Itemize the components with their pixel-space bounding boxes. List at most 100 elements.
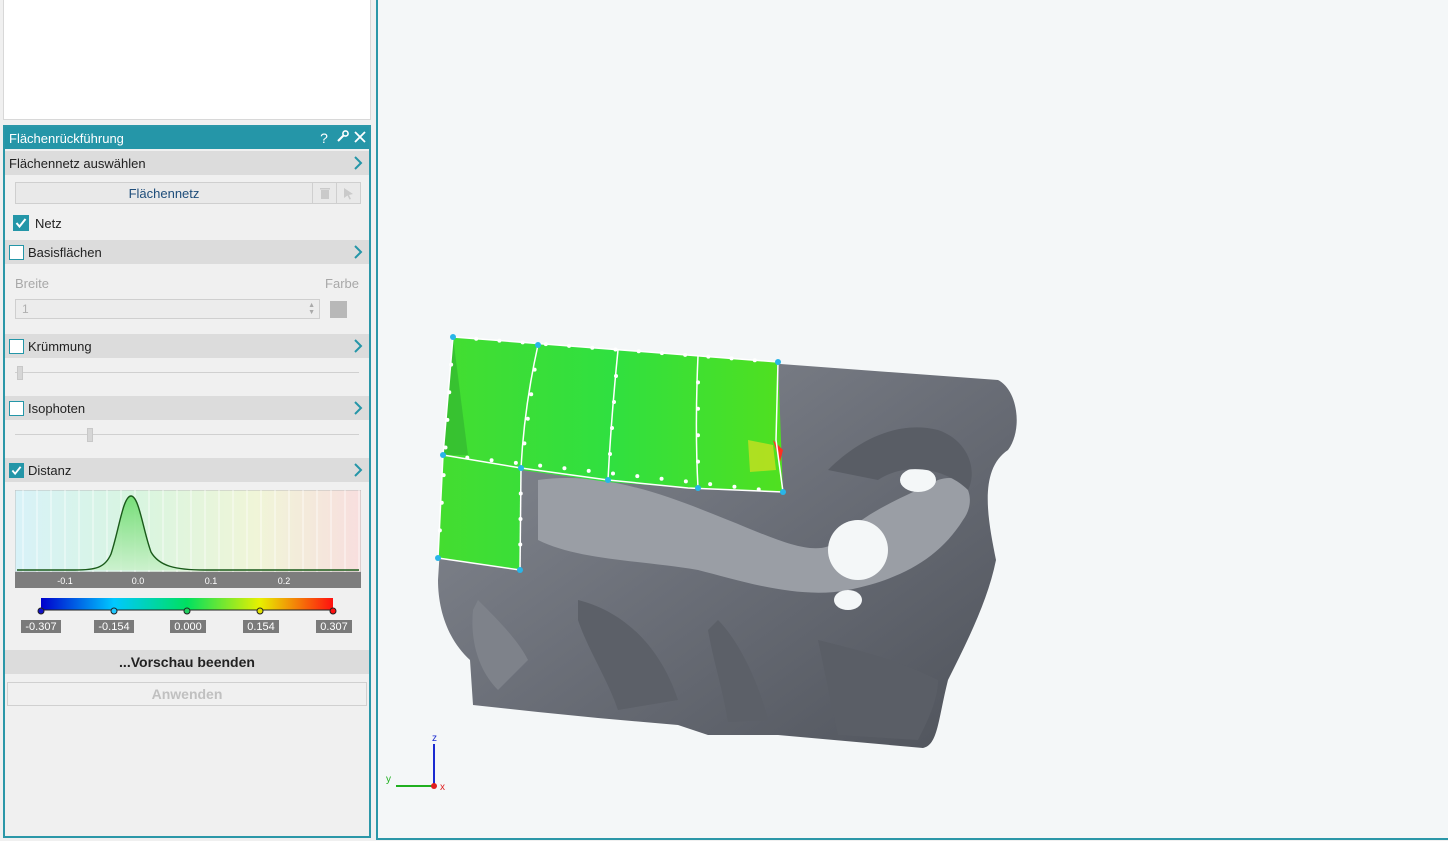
chevron-right-icon[interactable] [350, 462, 366, 478]
panel-title: Flächenrückführung [9, 130, 124, 146]
control-point [443, 445, 448, 450]
control-point [610, 426, 614, 430]
control-point [525, 416, 530, 421]
breite-value: 1 [22, 302, 29, 316]
control-point [756, 487, 761, 492]
control-point [683, 352, 688, 357]
basisflaechen-labels: Breite Farbe [5, 276, 369, 292]
slider-thumb[interactable] [87, 428, 93, 442]
end-preview-button[interactable]: ...Vorschau beenden [5, 650, 369, 674]
netz-checkbox[interactable] [13, 215, 29, 231]
isophoten-section[interactable]: Isophoten [5, 396, 369, 420]
color-swatch[interactable] [330, 300, 347, 318]
distanz-checkbox[interactable] [9, 462, 24, 478]
netz-row[interactable]: Netz [5, 212, 369, 234]
distance-color-legend[interactable]: -0.307 -0.154 0.000 0.154 0.307 [15, 596, 361, 644]
control-point [520, 340, 525, 345]
basisflaechen-checkbox[interactable] [9, 244, 24, 260]
control-point [449, 362, 454, 367]
cursor-pick-icon[interactable] [337, 182, 361, 204]
chevron-right-icon[interactable] [350, 338, 366, 354]
colormap-stop-handle [256, 607, 264, 615]
basisflaechen-section[interactable]: Basisflächen [5, 240, 369, 264]
breite-spinbox[interactable]: 1 ▲ ▼ [15, 299, 320, 319]
control-point [586, 468, 591, 473]
control-point [562, 466, 567, 471]
control-point [636, 349, 641, 354]
control-point [465, 455, 470, 460]
control-point [437, 528, 442, 533]
slider-thumb[interactable] [17, 366, 23, 380]
control-point [708, 482, 713, 487]
mesh-select-button[interactable]: Flächennetz [15, 182, 313, 204]
isophoten-label: Isophoten [28, 400, 86, 416]
kruemmung-label: Krümmung [28, 338, 92, 354]
control-point [614, 374, 618, 378]
control-point [729, 356, 734, 361]
trash-icon[interactable] [313, 182, 337, 204]
isophoten-slider[interactable] [15, 426, 359, 444]
mesh-selection-row: Flächennetz [15, 182, 361, 204]
spin-arrows-icon[interactable]: ▲ ▼ [308, 302, 315, 316]
close-icon[interactable] [351, 130, 369, 146]
histo-tick: 0.0 [132, 576, 145, 586]
control-point [522, 441, 527, 446]
control-point [613, 347, 618, 352]
axis-label-x: x [440, 782, 445, 793]
control-point [590, 345, 595, 350]
histo-tick: -0.1 [57, 576, 73, 586]
netz-label: Netz [35, 215, 62, 231]
colormap-label: 0.000 [174, 621, 202, 633]
control-point [518, 542, 523, 547]
chevron-right-icon[interactable] [350, 244, 366, 260]
distanz-section[interactable]: Distanz [5, 458, 369, 482]
colormap-label: -0.154 [98, 621, 129, 633]
control-point [732, 484, 737, 489]
colormap-stop-handle [183, 607, 191, 615]
histo-tick: 0.2 [278, 576, 291, 586]
apply-button[interactable]: Anwenden [7, 682, 367, 706]
control-point [659, 476, 664, 481]
select-mesh-label: Flächennetz auswählen [9, 155, 146, 171]
distanz-label: Distanz [28, 462, 72, 478]
control-point [706, 354, 711, 359]
colormap-label: 0.154 [247, 621, 275, 633]
control-point [696, 459, 700, 464]
control-point [611, 471, 615, 476]
colormap-label: 0.307 [320, 621, 348, 633]
chevron-right-icon[interactable] [350, 155, 366, 171]
kruemmung-section[interactable]: Krümmung [5, 334, 369, 358]
axis-label-z: z [432, 733, 437, 744]
kruemmung-slider[interactable] [15, 364, 359, 382]
control-point [489, 458, 494, 463]
control-point [538, 463, 543, 468]
control-point [474, 336, 479, 341]
control-point [439, 500, 444, 505]
colormap-label: -0.307 [25, 621, 56, 633]
basisflaechen-inputs: 1 ▲ ▼ [5, 298, 369, 320]
control-point [683, 479, 688, 484]
isophoten-checkbox[interactable] [9, 400, 24, 416]
axis-label-y: y [386, 774, 391, 785]
apply-label: Anwenden [151, 686, 223, 702]
control-point [497, 338, 502, 343]
histo-tick: 0.1 [205, 576, 218, 586]
select-mesh-section[interactable]: Flächennetz auswählen [5, 151, 369, 175]
control-point [696, 380, 700, 385]
colormap-stop-handle [110, 607, 118, 615]
kruemmung-checkbox[interactable] [9, 338, 24, 354]
control-point [518, 491, 523, 496]
chevron-right-icon[interactable] [350, 400, 366, 416]
wrench-icon[interactable] [333, 130, 351, 146]
control-point [445, 417, 450, 422]
colormap-stop-handle [37, 607, 45, 615]
control-point [441, 473, 446, 478]
control-point [543, 342, 548, 347]
surface-reconstruction-panel: Flächenrückführung ? Flächennetz auswähl… [3, 125, 371, 838]
question-icon[interactable]: ? [315, 130, 333, 146]
control-point [567, 343, 572, 348]
control-point [635, 474, 640, 479]
control-point [447, 390, 452, 395]
3d-viewport[interactable]: z y x [376, 0, 1448, 840]
basisflaechen-label: Basisflächen [28, 244, 102, 260]
